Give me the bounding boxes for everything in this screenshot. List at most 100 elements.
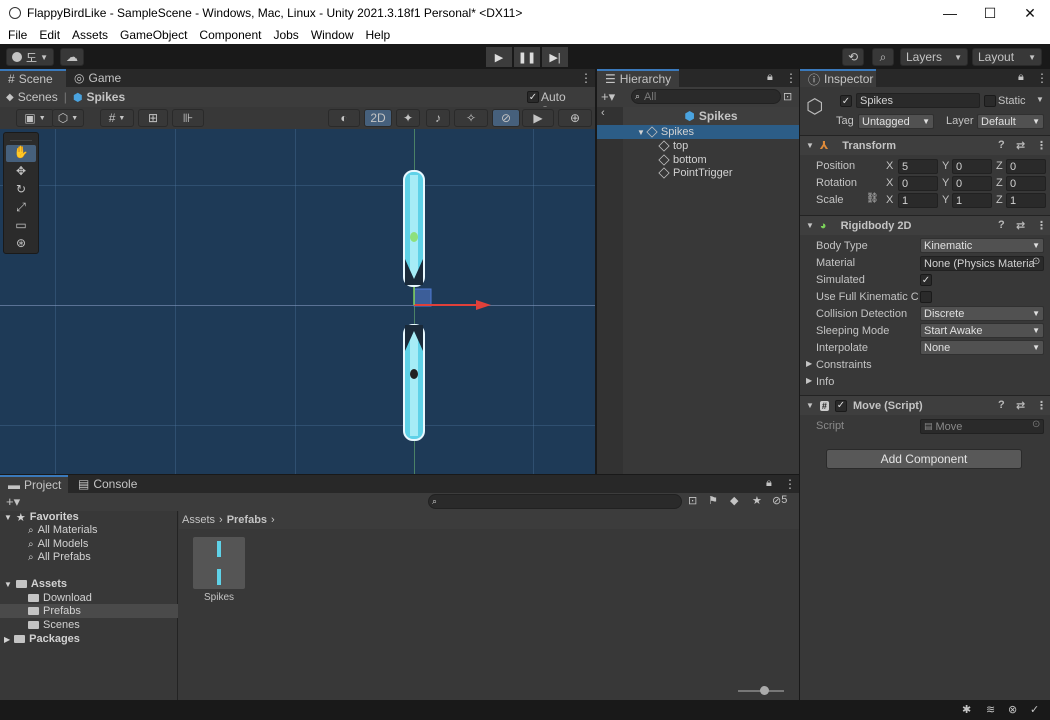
grid-snap-dropdown[interactable]: # ▼ — [100, 109, 134, 127]
tab-game[interactable]: ◎ Game — [66, 69, 129, 87]
hand-tool-icon[interactable]: ✋ — [6, 145, 36, 162]
close-button[interactable]: ✕ — [1010, 0, 1050, 26]
layers-stack-icon[interactable]: ≋ — [986, 703, 995, 716]
back-chevron-icon[interactable]: ‹ — [601, 107, 605, 119]
expand-arrow-icon[interactable]: ▼ — [637, 128, 645, 137]
add-icon[interactable]: +▾ — [6, 494, 20, 510]
position-x-field[interactable]: 5 — [898, 159, 938, 174]
menu-component[interactable]: Component — [193, 28, 267, 42]
no-network-icon[interactable]: ⊗ — [1008, 703, 1017, 716]
more-options-icon[interactable]: ⋮ — [784, 477, 796, 491]
effects-dropdown[interactable]: ✧ — [454, 109, 488, 127]
hierarchy-item[interactable]: bottom — [658, 153, 707, 167]
hierarchy-item[interactable]: ▼ Spikes — [597, 125, 799, 139]
static-checkbox[interactable] — [984, 95, 996, 107]
favorite-star-icon[interactable]: ★ — [752, 494, 762, 507]
more-options-icon[interactable]: ⋮ — [785, 71, 797, 85]
move-script-header[interactable]: ▼ # ✓ Move (Script) ? ⇄ ⋮ — [800, 395, 1050, 415]
search-by-label-icon[interactable]: ⚑ — [708, 494, 718, 507]
rect-tool-icon[interactable]: ▭ — [6, 218, 36, 235]
pause-button[interactable]: ❚❚ — [514, 47, 540, 67]
gizmos-dropdown[interactable]: ⊕ — [558, 109, 592, 127]
tab-hierarchy[interactable]: ☰ Hierarchy — [597, 69, 679, 87]
check-icon[interactable]: ✓ — [1030, 703, 1039, 716]
scene-viewport[interactable]: ✋ ✥ ↻ ⤢ ▭ ⊛ — [0, 129, 595, 474]
menu-window[interactable]: Window — [305, 28, 360, 42]
scene-visibility-icon[interactable]: ⊡ — [783, 90, 792, 103]
script-enabled-checkbox[interactable]: ✓ — [834, 399, 847, 412]
constrain-proportions-icon[interactable]: ⛓ — [866, 193, 879, 204]
menu-assets[interactable]: Assets — [66, 28, 114, 42]
layers-dropdown[interactable]: Layers ▼ — [900, 48, 968, 66]
bug-icon[interactable]: ✱ — [962, 703, 971, 716]
cloud-button[interactable]: ☁ — [60, 48, 84, 66]
asset-thumbnail[interactable] — [193, 537, 245, 589]
hidden-packages-toggle[interactable]: ⊘ 5 — [772, 494, 787, 507]
hierarchy-search-input[interactable]: ⌕ All — [631, 89, 781, 104]
increment-snap-dropdown[interactable]: ⊪ — [172, 109, 204, 127]
assets-child-folder[interactable]: Scenes — [28, 618, 80, 632]
menu-help[interactable]: Help — [360, 28, 397, 42]
preset-icon[interactable]: ⇄ — [1016, 139, 1025, 152]
scale-y-field[interactable]: 1 — [952, 193, 992, 208]
tab-console[interactable]: ▤ Console — [70, 475, 145, 493]
minimize-button[interactable]: — — [930, 0, 970, 26]
play-button[interactable]: ▶ — [486, 47, 512, 67]
object-name-field[interactable]: Spikes — [856, 93, 980, 108]
lock-icon[interactable]: 🔒︎ — [766, 477, 772, 490]
breadcrumb-assets[interactable]: Assets — [182, 514, 215, 526]
favorites-item[interactable]: ⌕ All Models — [28, 537, 88, 551]
full-kinematic-checkbox[interactable] — [920, 291, 932, 303]
material-field[interactable]: None (Physics Materia — [920, 256, 1044, 271]
hidden-objects-toggle[interactable]: ⊘ — [492, 109, 520, 127]
history-button[interactable]: ⟲ — [842, 48, 864, 66]
tag-icon[interactable]: ◆ — [730, 494, 738, 507]
rigidbody2d-header[interactable]: ▼ ◕ Rigidbody 2D ? ⇄ ⋮ — [800, 215, 1050, 235]
move-tool-icon[interactable]: ✥ — [6, 164, 36, 181]
position-y-field[interactable]: 0 — [952, 159, 992, 174]
draw-mode-dropdown[interactable]: ▣ ▼ — [16, 109, 54, 127]
menu-gameobject[interactable]: GameObject — [114, 28, 193, 42]
simulated-checkbox[interactable]: ✓ — [920, 274, 932, 286]
assets-child-folder[interactable]: Prefabs — [0, 604, 178, 618]
expand-arrow-icon[interactable]: ▶ — [806, 376, 812, 385]
rotation-z-field[interactable]: 0 — [1006, 176, 1046, 191]
shading-mode-dropdown[interactable]: ◐ — [328, 109, 360, 127]
camera-dropdown[interactable]: ▶ — [522, 109, 554, 127]
step-button[interactable]: ▶| — [542, 47, 568, 67]
sleeping-mode-dropdown[interactable]: Start Awake ▼ — [920, 323, 1044, 338]
hierarchy-item[interactable]: top — [658, 139, 688, 153]
tab-inspector[interactable]: ⓘ Inspector — [800, 69, 876, 87]
layout-dropdown[interactable]: Layout ▼ — [972, 48, 1042, 66]
rotation-x-field[interactable]: 0 — [898, 176, 938, 191]
search-button[interactable]: ⌕ — [872, 48, 894, 66]
scale-z-field[interactable]: 1 — [1006, 193, 1046, 208]
menu-jobs[interactable]: Jobs — [267, 28, 304, 42]
tag-dropdown[interactable]: Untagged ▼ — [858, 114, 934, 129]
packages-folder[interactable]: ▶ Packages — [4, 632, 80, 646]
rotate-tool-icon[interactable]: ↻ — [6, 182, 36, 199]
interpolate-dropdown[interactable]: None ▼ — [920, 340, 1044, 355]
collision-detection-dropdown[interactable]: Discrete ▼ — [920, 306, 1044, 321]
more-options-icon[interactable]: ⋮ — [580, 71, 592, 85]
add-component-button[interactable]: Add Component — [826, 449, 1022, 469]
audio-toggle[interactable]: ♪ — [426, 109, 450, 127]
toggle-2d-button[interactable]: 2D — [364, 109, 392, 127]
info-foldout[interactable]: Info — [816, 376, 834, 388]
favorites-folder[interactable]: ▼ ★ Favorites — [4, 510, 79, 524]
help-icon[interactable]: ? — [998, 139, 1005, 151]
position-z-field[interactable]: 0 — [1006, 159, 1046, 174]
grid-visibility-dropdown[interactable]: ⊞ — [138, 109, 168, 127]
hierarchy-item[interactable]: PointTrigger — [658, 166, 733, 180]
auto-save-checkbox[interactable]: ✓ — [527, 91, 539, 103]
transform-tool-icon[interactable]: ⊛ — [6, 236, 36, 253]
breadcrumb-spikes[interactable]: Spikes — [86, 90, 125, 104]
help-icon[interactable]: ? — [998, 399, 1005, 411]
scale-x-field[interactable]: 1 — [898, 193, 938, 208]
favorites-item[interactable]: ⌕ All Materials — [28, 523, 98, 537]
menu-edit[interactable]: Edit — [33, 28, 66, 42]
project-search-input[interactable]: ⌕ — [428, 494, 682, 509]
assets-child-folder[interactable]: Download — [28, 591, 92, 605]
rotation-y-field[interactable]: 0 — [952, 176, 992, 191]
tab-scene[interactable]: # Scene — [0, 69, 66, 87]
